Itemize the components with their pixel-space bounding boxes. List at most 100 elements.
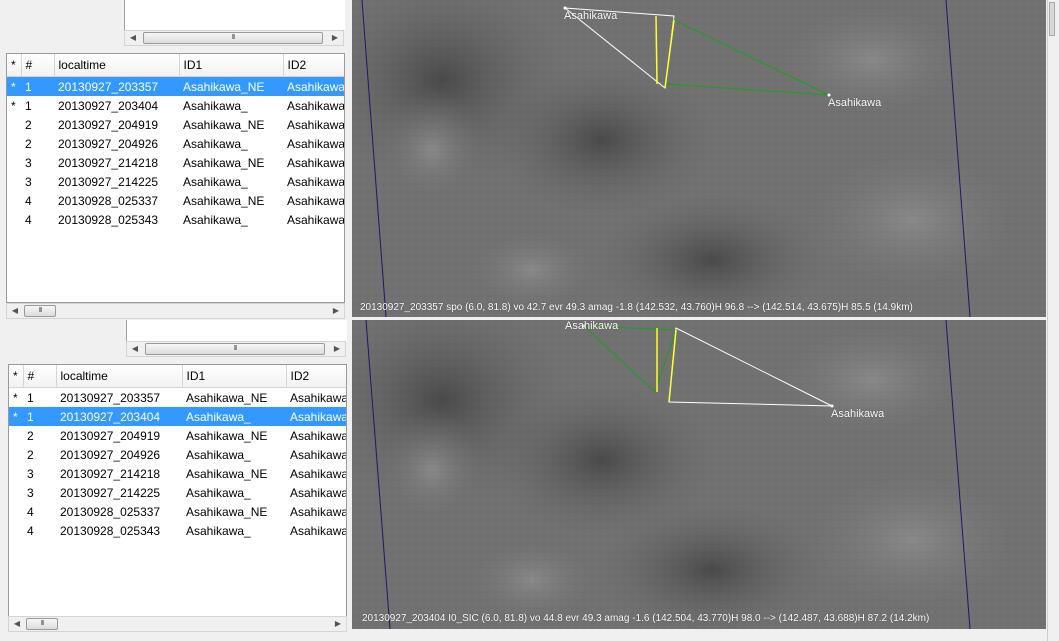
row-num: 2: [27, 428, 34, 443]
row-id2: Asahikawa: [286, 407, 346, 426]
table-row[interactable]: * 1 20130927_203404 Asahikawa_ Asahikawa: [9, 407, 346, 426]
row-localtime: 20130927_203357: [54, 76, 179, 96]
track-table-bottom[interactable]: * # localtime ID1 ID2 * 1 20130927_203357 A…: [8, 364, 347, 617]
row-id2: Asahikawa: [287, 155, 345, 170]
station-label-b: Asahikawa: [831, 408, 885, 420]
row-num: 1: [27, 390, 34, 405]
col-header-id2[interactable]: ID2: [283, 54, 344, 77]
row-localtime: 20130928_025343: [58, 212, 159, 227]
scroll-right-icon[interactable]: ▶: [328, 304, 344, 318]
scroll-thumb[interactable]: [1049, 2, 1055, 36]
row-star: *: [13, 390, 18, 405]
row-num: 2: [25, 117, 32, 132]
row-localtime: 20130927_204926: [58, 136, 159, 151]
camera-view-top[interactable]: Asahikawa Asahikawa 20130927_203357 spo …: [352, 0, 1046, 317]
row-num: 1: [23, 407, 56, 426]
col-header-localtime[interactable]: localtime: [54, 54, 180, 77]
table-row[interactable]: 4 20130928_025337 Asahikawa_NE Asahikawa: [7, 191, 344, 210]
row-id2: Asahikawa: [287, 174, 345, 189]
table-row[interactable]: 2 20130927_204926 Asahikawa_ Asahikawa: [7, 134, 344, 153]
row-id1: Asahikawa_: [186, 447, 251, 462]
scroll-thumb[interactable]: III: [24, 305, 56, 317]
row-star: [7, 115, 21, 134]
row-num: 2: [27, 447, 34, 462]
row-star: [7, 210, 21, 229]
table-row[interactable]: 4 20130928_025337 Asahikawa_NE Asahikawa: [9, 502, 346, 521]
row-id1: Asahikawa_NE: [179, 76, 283, 96]
row-localtime: 20130927_203404: [56, 407, 182, 426]
table-row[interactable]: 2 20130927_204926 Asahikawa_ Asahikawa: [9, 445, 346, 464]
track-table-top[interactable]: * # localtime ID1 ID2 * 1 20130927_203357 A…: [6, 53, 345, 303]
table-row[interactable]: 3 20130927_214225 Asahikawa_ Asahikawa: [7, 172, 345, 191]
row-num: 4: [25, 193, 32, 208]
table-bottom-scrollbar[interactable]: ◀ III ▶: [8, 616, 347, 632]
row-id2: Asahikawa: [290, 523, 347, 538]
col-header-id1[interactable]: ID1: [182, 365, 287, 388]
table-row[interactable]: 3 20130927_214218 Asahikawa_NE Asahikawa: [9, 464, 346, 483]
table-row[interactable]: 2 20130927_204919 Asahikawa_NE Asahikawa: [7, 115, 344, 134]
scroll-right-icon[interactable]: ▶: [330, 617, 346, 631]
scroll-right-icon[interactable]: ▶: [327, 31, 343, 45]
table-row[interactable]: 4 20130928_025343 Asahikawa_ Asahikawa: [7, 210, 345, 229]
table-top-scrollbar[interactable]: ◀ III ▶: [6, 303, 345, 319]
scroll-left-icon[interactable]: ◀: [125, 31, 141, 45]
row-id1: Asahikawa_: [183, 136, 248, 151]
row-star: [9, 521, 23, 540]
table-row[interactable]: * 1 20130927_203357 Asahikawa_NE Asahikawa: [7, 76, 344, 96]
scroll-right-icon[interactable]: ▶: [329, 342, 345, 356]
row-localtime: 20130927_214218: [60, 466, 161, 481]
col-header-num[interactable]: #: [21, 54, 55, 77]
row-id2: Asahikawa: [290, 485, 347, 500]
row-id1: Asahikawa_: [182, 407, 286, 426]
bottom-info-scrollbar[interactable]: ◀ III ▶: [126, 341, 346, 357]
row-localtime: 20130927_214225: [58, 174, 159, 189]
scroll-left-icon[interactable]: ◀: [9, 617, 25, 631]
row-id1: Asahikawa_NE: [186, 466, 268, 481]
col-header-star[interactable]: *: [7, 54, 22, 77]
scroll-thumb[interactable]: III: [26, 618, 58, 630]
table-row[interactable]: 3 20130927_214218 Asahikawa_NE Asahikawa: [7, 153, 345, 172]
table-row[interactable]: 2 20130927_204919 Asahikawa_NE Asahikawa: [9, 426, 347, 445]
row-localtime: 20130927_203357: [60, 390, 161, 405]
row-num: 4: [25, 212, 32, 227]
table-row[interactable]: * 1 20130927_203404 Asahikawa_ Asahikawa: [7, 96, 344, 115]
row-localtime: 20130927_203404: [58, 98, 159, 113]
row-num: 3: [27, 466, 34, 481]
top-info-scrollbar[interactable]: ◀ III ▶: [124, 30, 344, 46]
station-label-a: Asahikawa: [564, 10, 618, 22]
table-row[interactable]: * 1 20130927_203357 Asahikawa_NE Asahikawa: [9, 388, 346, 408]
row-id1: Asahikawa_: [186, 523, 251, 538]
row-star: [7, 153, 21, 172]
row-num: 1: [21, 76, 54, 96]
scroll-thumb[interactable]: III: [145, 343, 325, 355]
row-id1: Asahikawa_NE: [183, 155, 265, 170]
col-header-num[interactable]: #: [23, 365, 57, 388]
table-header: * # localtime ID1 ID2: [7, 54, 344, 77]
row-id1: Asahikawa_: [183, 98, 248, 113]
row-star: [9, 426, 23, 445]
scroll-left-icon[interactable]: ◀: [127, 342, 143, 356]
col-header-id2[interactable]: ID2: [286, 365, 346, 388]
view-vertical-scrollbar[interactable]: [1047, 0, 1056, 641]
row-id1: Asahikawa_NE: [186, 504, 268, 519]
terrain-image: [352, 320, 1046, 629]
col-header-star[interactable]: *: [9, 365, 24, 388]
scroll-thumb[interactable]: III: [143, 32, 323, 44]
col-header-id1[interactable]: ID1: [179, 54, 284, 77]
row-localtime: 20130927_214225: [60, 485, 161, 500]
camera-view-bottom[interactable]: Asahikawa Asahikawa 20130927_203404 I0_S…: [352, 320, 1046, 629]
row-star: [9, 483, 23, 502]
row-star: *: [11, 98, 16, 113]
scroll-left-icon[interactable]: ◀: [7, 304, 23, 318]
row-id2: Asahikawa: [287, 212, 345, 227]
col-header-localtime[interactable]: localtime: [56, 365, 183, 388]
station-label-a: Asahikawa: [565, 320, 619, 332]
row-star: *: [7, 76, 21, 96]
table-row[interactable]: 3 20130927_214225 Asahikawa_ Asahikawa: [9, 483, 347, 502]
row-id1: Asahikawa_NE: [186, 428, 268, 443]
station-label-b: Asahikawa: [828, 97, 882, 109]
row-id2: Asahikawa: [290, 428, 347, 443]
top-left-pane: ◀ III ▶ * # localtime ID1 ID2 * 1 20130927…: [0, 0, 350, 320]
row-num: 4: [27, 504, 34, 519]
table-row[interactable]: 4 20130928_025343 Asahikawa_ Asahikawa: [9, 521, 347, 540]
